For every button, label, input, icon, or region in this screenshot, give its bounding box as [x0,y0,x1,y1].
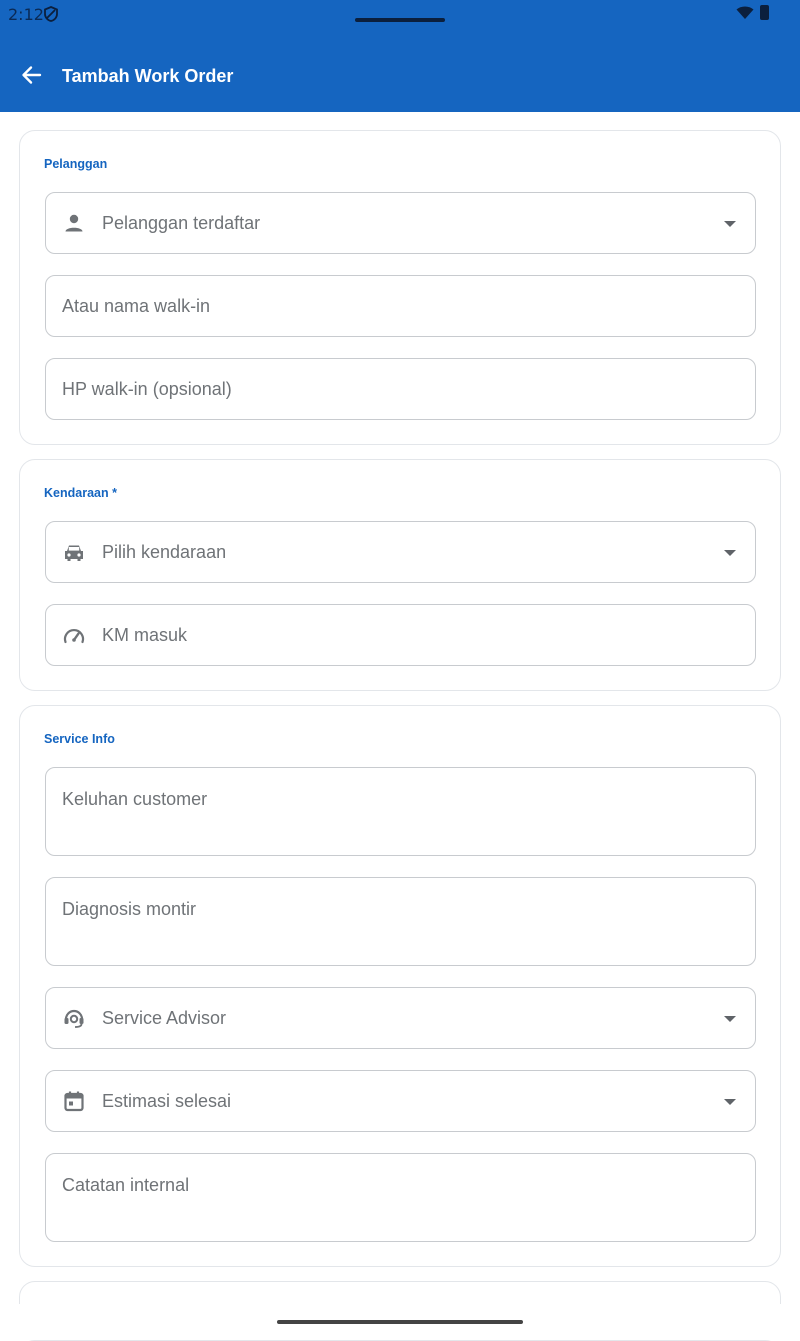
vehicle-section-title: Kendaraan * [44,486,117,500]
walkin-phone-input[interactable]: HP walk-in (opsional) [45,358,756,420]
speedometer-icon [62,624,86,653]
chevron-down-icon [724,550,736,556]
home-handle[interactable] [277,1320,523,1324]
vehicle-placeholder: Pilih kendaraan [102,542,227,562]
service-advisor-placeholder: Service Advisor [102,1008,227,1028]
chevron-down-icon [724,221,736,227]
km-placeholder: KM masuk [102,625,188,645]
battery-icon [760,5,769,20]
gesture-nav-bar [0,1304,800,1340]
shield-icon [44,6,58,27]
wifi-icon [736,6,754,25]
chevron-down-icon [724,1099,736,1105]
status-bar: 2:12 [0,0,800,32]
complaint-placeholder: Keluhan customer [62,789,208,809]
service-info-section-title: Service Info [44,732,115,746]
back-arrow-icon[interactable] [20,64,42,91]
walkin-phone-placeholder: HP walk-in (opsional) [62,379,232,399]
diagnosis-placeholder: Diagnosis montir [62,899,197,919]
person-icon [62,211,86,240]
chevron-down-icon [724,1016,736,1022]
diagnosis-textarea[interactable]: Diagnosis montir [45,877,756,966]
camera-notch [355,18,445,22]
car-icon [62,541,86,570]
estimate-date-dropdown[interactable]: Estimasi selesai [45,1070,756,1132]
customer-section-title: Pelanggan [44,157,108,171]
complaint-textarea[interactable]: Keluhan customer [45,767,756,856]
estimate-placeholder: Estimasi selesai [102,1091,232,1111]
walkin-name-input[interactable]: Atau nama walk-in [45,275,756,337]
registered-customer-dropdown[interactable]: Pelanggan terdaftar [45,192,756,254]
support-agent-icon [62,1006,86,1035]
internal-notes-textarea[interactable]: Catatan internal [45,1153,756,1242]
registered-customer-placeholder: Pelanggan terdaftar [102,213,261,233]
page-title: Tambah Work Order [62,66,234,86]
service-info-section-card: Service Info Keluhan customer Diagnosis … [19,705,781,1267]
service-advisor-dropdown[interactable]: Service Advisor [45,987,756,1049]
internal-notes-placeholder: Catatan internal [62,1175,190,1195]
customer-section-card: Pelanggan Pelanggan terdaftar Atau nama … [19,130,781,445]
walkin-name-placeholder: Atau nama walk-in [62,296,211,316]
km-input[interactable]: KM masuk [45,604,756,666]
app-bar: Tambah Work Order [0,32,800,112]
status-time: 2:12 [8,5,44,24]
calendar-icon [62,1089,86,1118]
vehicle-section-card: Kendaraan * Pilih kendaraan KM masuk [19,459,781,691]
vehicle-dropdown[interactable]: Pilih kendaraan [45,521,756,583]
